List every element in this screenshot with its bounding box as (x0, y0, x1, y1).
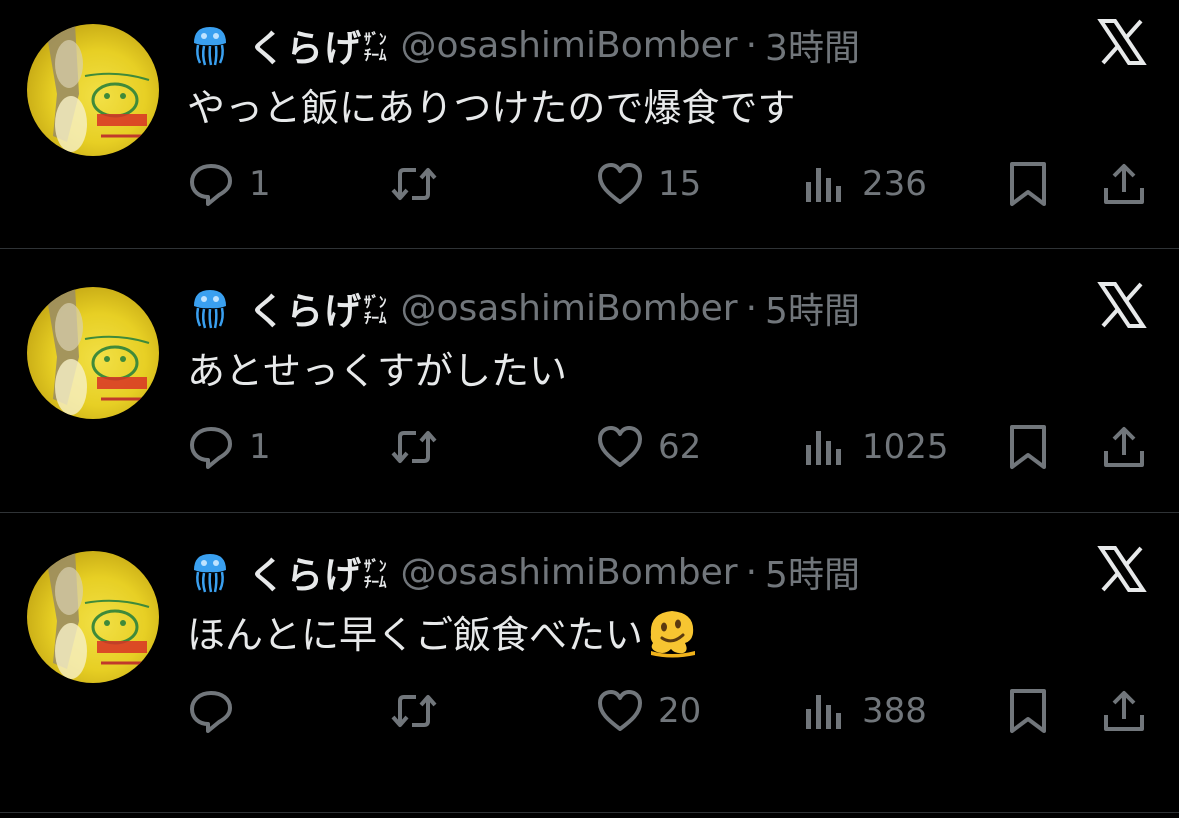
tweet-divider (0, 248, 1179, 249)
views-chart-icon (806, 431, 841, 465)
tweet-text-content: ほんとに早くご飯食べたい (187, 613, 644, 657)
melting-face-emoji (650, 610, 696, 657)
like-count: 62 (658, 427, 702, 467)
views-count: 1025 (862, 427, 949, 467)
avatar[interactable] (27, 24, 159, 156)
name-suffix-line-2: ﾁｰﾑ (364, 573, 387, 591)
tweet[interactable]: くらげ ｻﾞﾝ ﾁｰﾑ @osashimiBomber · 3時間 やっと飯にあ… (0, 0, 1179, 263)
reply-icon (190, 691, 232, 733)
views-chart-icon (806, 695, 841, 729)
retweet-icon (391, 168, 437, 200)
jellyfish-emoji (194, 554, 226, 593)
separator-dot: · (745, 24, 758, 66)
tweet[interactable]: くらげ ｻﾞﾝ ﾁｰﾑ @osashimiBomber · 5時間 ほんとに早く… (0, 527, 1179, 813)
display-name-suffix: ｻﾞﾝ ﾁｰﾑ (364, 558, 387, 590)
tweet-divider (0, 812, 1179, 813)
views-button[interactable]: 236 (800, 160, 927, 208)
reply-count: 1 (249, 164, 271, 204)
name-suffix-line-1: ｻﾞﾝ (364, 30, 387, 48)
share-button[interactable] (1100, 160, 1148, 208)
name-suffix-line-1: ｻﾞﾝ (364, 557, 387, 575)
tweet-header: くらげ ｻﾞﾝ ﾁｰﾑ @osashimiBomber · 3時間 (188, 20, 860, 70)
jellyfish-emoji (194, 27, 226, 66)
x-logo-icon[interactable] (1097, 544, 1147, 594)
tweet[interactable]: くらげ ｻﾞﾝ ﾁｰﾑ @osashimiBomber · 5時間 あとせっくす… (0, 263, 1179, 526)
tweet-divider (0, 512, 1179, 513)
display-name[interactable]: くらげ (248, 545, 362, 599)
reply-button[interactable] (187, 687, 249, 735)
like-button[interactable]: 20 (596, 687, 701, 735)
tweet-feed: くらげ ｻﾞﾝ ﾁｰﾑ @osashimiBomber · 3時間 やっと飯にあ… (0, 0, 1179, 818)
display-name-suffix: ｻﾞﾝ ﾁｰﾑ (364, 294, 387, 326)
display-name[interactable]: くらげ (248, 18, 362, 72)
views-button[interactable]: 1025 (800, 423, 949, 471)
timestamp[interactable]: 5時間 (765, 282, 860, 334)
like-count: 15 (658, 164, 702, 204)
reply-icon (190, 164, 232, 206)
reply-button[interactable]: 1 (187, 160, 271, 208)
tweet-header: くらげ ｻﾞﾝ ﾁｰﾑ @osashimiBomber · 5時間 (188, 283, 860, 333)
bookmark-icon (1010, 162, 1046, 206)
share-icon (1104, 427, 1144, 467)
display-name-suffix: ｻﾞﾝ ﾁｰﾑ (364, 31, 387, 63)
bookmark-icon (1010, 425, 1046, 469)
x-logo-icon[interactable] (1097, 280, 1147, 330)
views-count: 388 (862, 691, 927, 731)
tweet-text: ほんとに早くご飯食べたい (187, 604, 699, 659)
share-icon (1104, 164, 1144, 204)
separator-dot: · (745, 551, 758, 593)
share-icon (1104, 691, 1144, 731)
bookmark-button[interactable] (1004, 160, 1052, 208)
like-button[interactable]: 15 (596, 160, 701, 208)
retweet-icon (391, 431, 437, 463)
retweet-button[interactable] (390, 687, 452, 735)
bookmark-button[interactable] (1004, 687, 1052, 735)
bookmark-icon (1010, 689, 1046, 733)
handle[interactable]: @osashimiBomber (401, 552, 738, 593)
name-suffix-line-2: ﾁｰﾑ (364, 309, 387, 327)
tweet-text-content: やっと飯にありつけたので爆食です (187, 86, 796, 130)
avatar[interactable] (27, 551, 159, 683)
views-chart-icon (806, 168, 841, 202)
separator-dot: · (745, 287, 758, 329)
timestamp[interactable]: 3時間 (765, 19, 860, 71)
tweet-text: やっと飯にありつけたので爆食です (187, 77, 795, 132)
handle[interactable]: @osashimiBomber (401, 288, 738, 329)
heart-icon (598, 690, 642, 731)
heart-icon (598, 426, 642, 467)
reply-button[interactable]: 1 (187, 423, 271, 471)
like-count: 20 (658, 691, 702, 731)
reply-icon (190, 427, 232, 469)
share-button[interactable] (1100, 423, 1148, 471)
timestamp[interactable]: 5時間 (765, 546, 860, 598)
handle[interactable]: @osashimiBomber (401, 25, 738, 66)
views-button[interactable]: 388 (800, 687, 927, 735)
x-logo-icon[interactable] (1097, 17, 1147, 67)
tweet-text-content: あとせっくすがしたい (187, 349, 568, 393)
bookmark-button[interactable] (1004, 423, 1052, 471)
reply-count: 1 (249, 427, 271, 467)
avatar[interactable] (27, 287, 159, 419)
share-button[interactable] (1100, 687, 1148, 735)
retweet-button[interactable] (390, 160, 452, 208)
name-suffix-line-1: ｻﾞﾝ (364, 293, 387, 311)
name-suffix-line-2: ﾁｰﾑ (364, 46, 387, 64)
like-button[interactable]: 62 (596, 423, 701, 471)
jellyfish-emoji (194, 290, 226, 329)
display-name[interactable]: くらげ (248, 281, 362, 335)
tweet-header: くらげ ｻﾞﾝ ﾁｰﾑ @osashimiBomber · 5時間 (188, 547, 860, 597)
views-count: 236 (862, 164, 927, 204)
tweet-text: あとせっくすがしたい (187, 340, 567, 395)
retweet-button[interactable] (390, 423, 452, 471)
heart-icon (598, 163, 642, 204)
retweet-icon (391, 695, 437, 727)
